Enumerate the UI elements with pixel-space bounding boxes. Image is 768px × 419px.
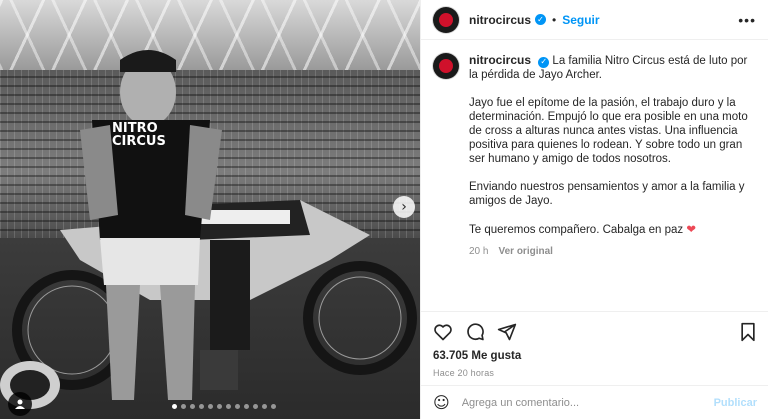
caption-username-link[interactable]: nitrocircus — [469, 53, 531, 67]
carousel-dot — [190, 404, 195, 409]
carousel-dot — [244, 404, 249, 409]
shirt-logo-text: NITRO CIRCUS — [112, 121, 166, 149]
caption-time[interactable]: 20 h — [469, 245, 488, 259]
post-timestamp: Hace 20 horas — [433, 368, 495, 378]
post-photo[interactable]: NITRO CIRCUS › — [0, 0, 420, 419]
share-button[interactable] — [497, 322, 517, 342]
add-comment-bar: ☺ Publicar — [421, 385, 768, 419]
emoji-icon[interactable]: ☺ — [433, 393, 450, 412]
user-icon — [15, 399, 25, 409]
next-image-button[interactable]: › — [393, 196, 415, 218]
tagged-users-button[interactable] — [8, 392, 32, 416]
carousel-dot — [181, 404, 186, 409]
save-button[interactable] — [739, 322, 757, 342]
rider-illustration — [0, 50, 417, 409]
share-icon — [497, 323, 517, 341]
likes-count[interactable]: 63.705 Me gusta — [433, 350, 757, 362]
more-icon[interactable]: ••• — [738, 12, 756, 28]
chevron-right-icon: › — [401, 199, 407, 215]
carousel-dot — [253, 404, 258, 409]
post-details-panel: nitrocircus ✓ • Seguir ••• nitrocircus ✓… — [420, 0, 768, 419]
publish-button[interactable]: Publicar — [714, 397, 757, 409]
actions-section: 63.705 Me gusta Hace 20 horas — [421, 311, 768, 385]
follow-button[interactable]: Seguir — [562, 13, 599, 27]
like-button[interactable] — [433, 322, 453, 342]
bookmark-icon — [741, 322, 755, 342]
comment-icon — [467, 323, 484, 341]
action-icons — [433, 320, 757, 344]
carousel-dot — [226, 404, 231, 409]
see-original-link[interactable]: Ver original — [498, 245, 552, 259]
brand-logo-icon — [439, 59, 453, 73]
red-heart-icon: ❤ — [686, 222, 697, 236]
avatar[interactable] — [433, 6, 459, 33]
comment-input[interactable] — [461, 396, 714, 409]
post-header: nitrocircus ✓ • Seguir ••• — [421, 0, 768, 40]
carousel-dot — [199, 404, 204, 409]
carousel-dot — [235, 404, 240, 409]
carousel-dot — [262, 404, 267, 409]
brand-logo-icon — [439, 12, 453, 27]
caption-section: nitrocircus ✓ La familia Nitro Circus es… — [421, 41, 768, 311]
carousel-dot — [172, 404, 177, 409]
caption-paragraph: Enviando nuestros pensamientos y amor a … — [469, 181, 745, 207]
verified-icon: ✓ — [538, 56, 550, 68]
caption-paragraph: Jayo fue el epítome de la pasión, el tra… — [469, 97, 748, 165]
caption-closing-text: Te queremos compañero. Cabalga en paz — [469, 224, 684, 236]
username-link[interactable]: nitrocircus — [469, 13, 531, 27]
carousel-dot — [271, 404, 276, 409]
caption-avatar[interactable] — [433, 53, 459, 79]
caption-meta: 20 h Ver original — [469, 245, 757, 259]
caption-paragraph: Te queremos compañero. Cabalga en paz ❤ — [469, 222, 757, 237]
heart-icon — [434, 324, 452, 341]
caption-body: nitrocircus ✓ La familia Nitro Circus es… — [469, 53, 757, 259]
carousel-dot — [208, 404, 213, 409]
verified-icon: ✓ — [535, 14, 547, 25]
carousel-indicator — [172, 404, 276, 409]
comment-button[interactable] — [465, 322, 485, 342]
caption-row: nitrocircus ✓ La familia Nitro Circus es… — [433, 53, 757, 259]
carousel-dot — [217, 404, 222, 409]
separator-dot: • — [552, 12, 557, 27]
